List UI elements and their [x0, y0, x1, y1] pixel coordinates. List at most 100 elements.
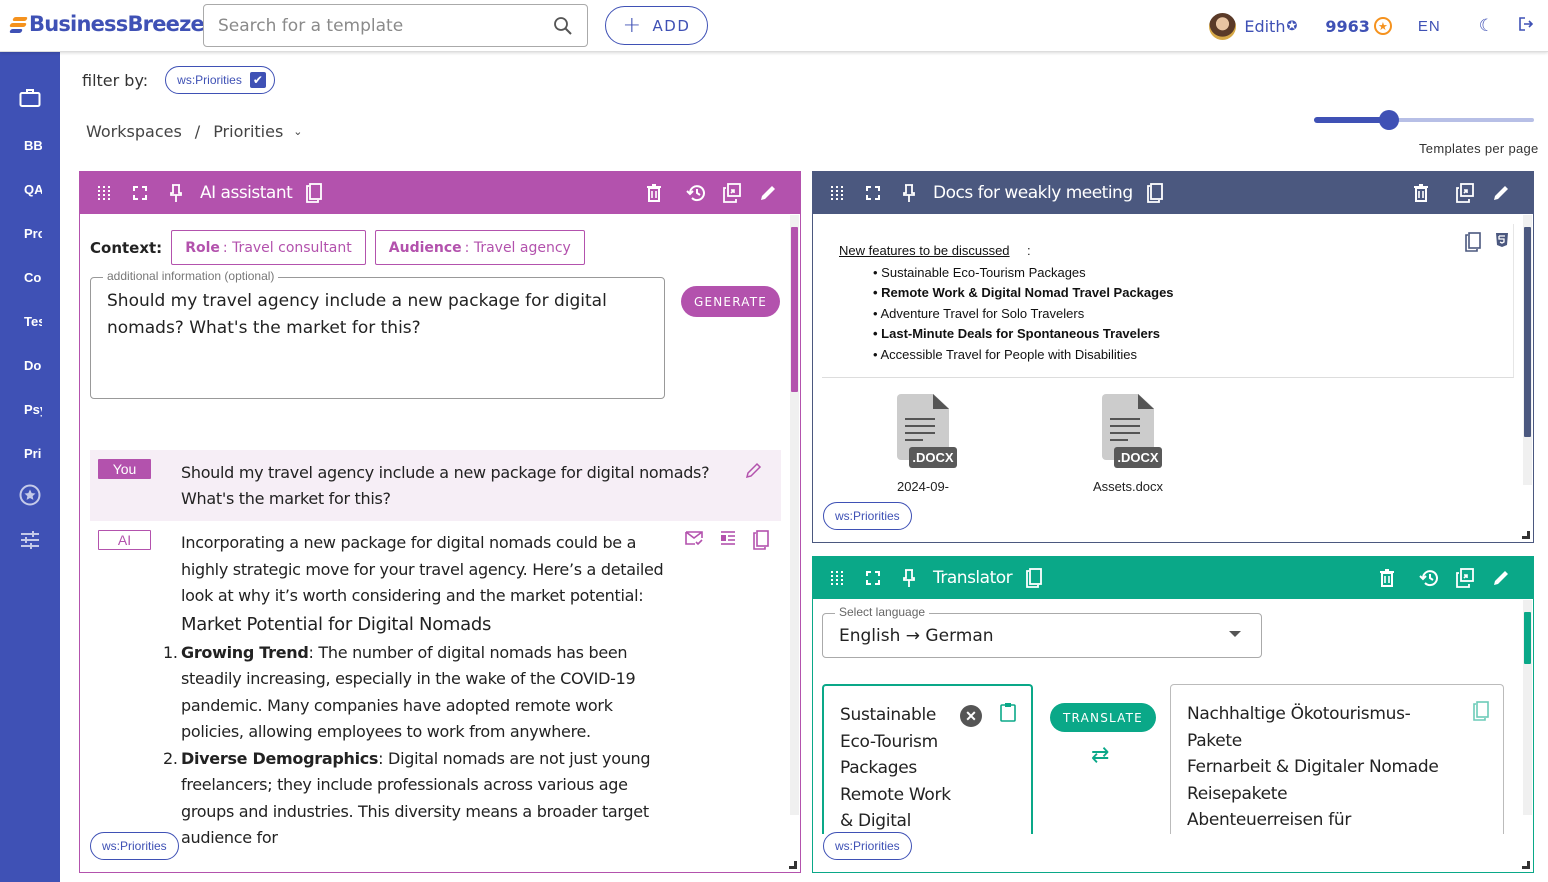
translator-card-scrollbar[interactable]	[1523, 600, 1532, 815]
file-item[interactable]: .DOCX Assets.docx	[1063, 394, 1193, 492]
history-icon[interactable]	[1417, 566, 1441, 590]
sidebar-item-do[interactable]: Do	[0, 358, 60, 376]
feature-item: Sustainable Eco-Tourism Packages	[873, 263, 1174, 283]
sidebar-item-bb[interactable]: BB	[0, 138, 60, 156]
pin-icon[interactable]	[897, 181, 921, 205]
mail-check-icon[interactable]	[685, 530, 703, 555]
scrollbar-thumb[interactable]	[1524, 612, 1531, 664]
additional-info-textarea[interactable]: Should my travel agency include a new pa…	[91, 278, 664, 398]
html5-icon[interactable]	[1495, 232, 1509, 257]
sidebar-item-co[interactable]: Co	[0, 270, 60, 288]
paste-clipboard-icon[interactable]	[1000, 702, 1016, 727]
drag-handle-icon[interactable]	[825, 566, 849, 590]
sidebar-item-pro[interactable]: Pro	[0, 226, 60, 244]
pin-icon[interactable]	[897, 566, 921, 590]
drag-handle-icon[interactable]	[92, 181, 116, 205]
chevron-down-icon[interactable]: ⌄	[293, 125, 302, 138]
docs-content-title: New features to be discussed	[839, 243, 1010, 258]
language-switch[interactable]: EN	[1418, 18, 1441, 35]
you-tag: You	[98, 459, 151, 479]
card-title[interactable]: Translator	[933, 568, 1013, 588]
generate-button[interactable]: GENERATE	[681, 286, 780, 317]
export-icon[interactable]	[1453, 566, 1477, 590]
edit-pencil-icon[interactable]	[1489, 566, 1513, 590]
swap-languages-icon[interactable]: ⇄	[1091, 742, 1109, 768]
clear-icon[interactable]: ✕	[960, 705, 982, 727]
top-bar: BusinessBreeze + ADD Edith ✪ 9963 ★ EN ☾	[0, 0, 1548, 52]
breadcrumb-separator: /	[194, 122, 201, 141]
source-text-box[interactable]: Sustainable Eco-Tourism Packages Remote …	[822, 684, 1033, 834]
user-name[interactable]: Edith	[1244, 17, 1285, 36]
export-icon[interactable]	[1453, 181, 1477, 205]
checkbox-checked-icon[interactable]: ✔	[249, 72, 266, 88]
edit-message-icon[interactable]	[746, 462, 762, 478]
sidebar-item-tes[interactable]: Tes	[0, 314, 60, 332]
breadcrumb-workspaces[interactable]: Workspaces	[86, 122, 182, 141]
search-input[interactable]	[218, 15, 553, 36]
audience-value: Travel agency	[473, 239, 571, 256]
scrollbar-thumb[interactable]	[1524, 227, 1531, 437]
language-select[interactable]: Select language English → German	[822, 605, 1262, 658]
resize-handle[interactable]	[1522, 861, 1530, 869]
briefcase-icon[interactable]	[0, 88, 60, 108]
card-header: Docs for weakly meeting	[813, 172, 1533, 214]
resize-handle[interactable]	[1522, 531, 1530, 539]
delete-icon[interactable]	[1409, 181, 1433, 205]
scrollbar-thumb[interactable]	[791, 227, 798, 392]
dropdown-caret-icon[interactable]	[1229, 631, 1241, 637]
copy-icon[interactable]	[1143, 181, 1167, 205]
edit-pencil-icon[interactable]	[756, 181, 780, 205]
favorites-star-icon[interactable]	[0, 484, 60, 506]
context-label: Context:	[90, 238, 163, 257]
audience-chip[interactable]: Audience: Travel agency	[374, 230, 585, 265]
search-icon[interactable]	[553, 16, 573, 36]
additional-info-field[interactable]: additional information (optional) Should…	[90, 269, 665, 399]
filter-chip-workspace[interactable]: ws:Priorities ✔	[165, 66, 275, 94]
fullscreen-icon[interactable]	[861, 566, 885, 590]
slider-thumb[interactable]	[1378, 110, 1399, 130]
role-chip[interactable]: Role: Travel consultant	[171, 230, 366, 265]
copy-icon[interactable]	[302, 181, 326, 205]
plus-icon: +	[622, 13, 643, 38]
drag-handle-icon[interactable]	[825, 181, 849, 205]
search-box[interactable]	[203, 4, 588, 47]
settings-sliders-icon[interactable]	[0, 530, 60, 550]
brand-logo[interactable]: BusinessBreeze	[9, 12, 205, 36]
text-format-icon[interactable]	[720, 530, 736, 555]
sidebar-item-psy[interactable]: Psy	[0, 402, 60, 420]
pin-icon[interactable]	[164, 181, 188, 205]
delete-icon[interactable]	[642, 181, 666, 205]
sidebar-item-qa[interactable]: QA	[0, 182, 60, 200]
fullscreen-icon[interactable]	[861, 181, 885, 205]
context-row: Context: Role: Travel consultant Audienc…	[90, 230, 594, 265]
docs-card-scrollbar[interactable]	[1523, 215, 1532, 485]
add-label: ADD	[652, 16, 691, 35]
dark-mode-icon[interactable]: ☾	[1479, 16, 1494, 36]
history-icon[interactable]	[684, 181, 708, 205]
logout-icon[interactable]	[1518, 16, 1534, 37]
resize-handle[interactable]	[789, 861, 797, 869]
copy-icon[interactable]	[1465, 232, 1481, 257]
workspace-chip[interactable]: ws:Priorities	[823, 832, 912, 860]
card-title[interactable]: Docs for weakly meeting	[933, 183, 1133, 203]
templates-per-page-slider[interactable]	[1314, 110, 1534, 130]
ai-card-scrollbar[interactable]	[790, 215, 799, 815]
add-button[interactable]: + ADD	[605, 6, 708, 45]
card-title[interactable]: AI assistant	[200, 183, 293, 203]
source-text[interactable]: Sustainable Eco-Tourism Packages Remote …	[840, 702, 951, 834]
copy-icon[interactable]	[753, 530, 769, 555]
delete-icon[interactable]	[1375, 566, 1399, 590]
breadcrumb-priorities[interactable]: Priorities	[213, 122, 283, 141]
workspace-chip[interactable]: ws:Priorities	[90, 832, 179, 860]
avatar[interactable]	[1209, 12, 1237, 40]
file-item[interactable]: .DOCX 2024-09-	[858, 394, 988, 492]
workspace-chip[interactable]: ws:Priorities	[823, 502, 912, 530]
fullscreen-icon[interactable]	[128, 181, 152, 205]
docs-content-box: New features to be discussed: Sustainabl…	[822, 224, 1514, 378]
sidebar-item-pri[interactable]: Pri	[0, 446, 60, 464]
copy-icon[interactable]	[1473, 701, 1489, 726]
export-icon[interactable]	[720, 181, 744, 205]
copy-icon[interactable]	[1022, 566, 1046, 590]
translate-button[interactable]: TRANSLATE	[1050, 703, 1156, 732]
edit-pencil-icon[interactable]	[1489, 181, 1513, 205]
